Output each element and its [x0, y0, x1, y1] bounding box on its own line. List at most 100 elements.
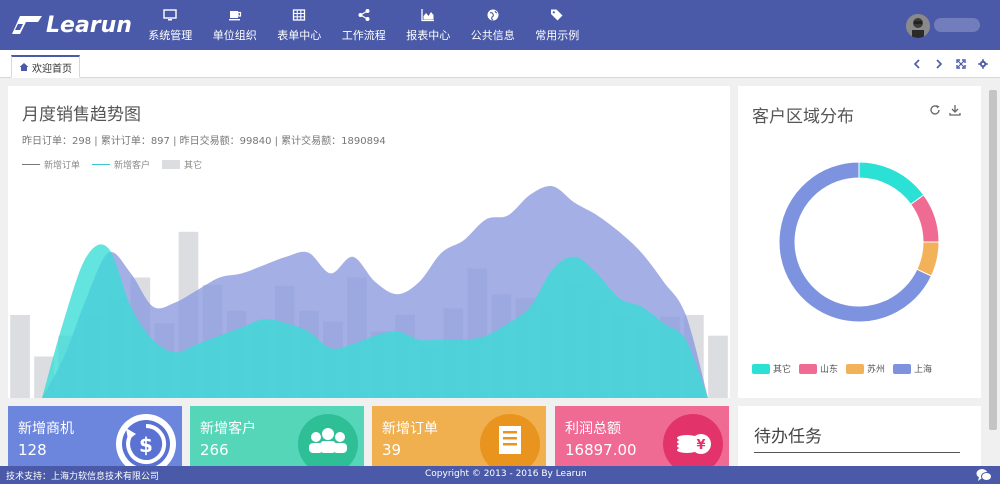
footer: 技术支持：上海力软信息技术有限公司 Copyright © 2013 - 201…	[0, 466, 1000, 484]
chart-toolbox	[925, 104, 965, 119]
region-donut-chart	[778, 161, 940, 323]
expand-icon	[956, 59, 966, 69]
nav-item-system[interactable]: 系统管理	[138, 0, 203, 50]
nav-item-examples[interactable]: 常用示例	[525, 0, 590, 50]
download-icon	[949, 105, 961, 116]
nav-label: 单位组织	[212, 28, 257, 42]
legend-swatch	[752, 363, 770, 374]
donut-slice	[858, 161, 925, 206]
chat-icon[interactable]	[976, 468, 992, 482]
nav-label: 系统管理	[148, 28, 193, 42]
area-chart-icon	[421, 8, 435, 21]
card-label: 新增订单	[382, 421, 438, 437]
refresh-icon	[930, 105, 940, 115]
donut-legend: 其它 山东 苏州 上海	[752, 362, 940, 375]
home-icon	[19, 63, 29, 71]
legend-item-suzhou[interactable]: 苏州	[846, 362, 885, 375]
legend-label: 新增客户	[114, 161, 151, 171]
bar-other	[708, 335, 728, 398]
avatar[interactable]	[906, 14, 930, 38]
refresh-button[interactable]	[925, 104, 945, 119]
page-tabs: 欢迎首页	[0, 50, 1000, 78]
legend-label: 其它	[773, 365, 792, 375]
donut-slice	[910, 194, 940, 243]
nav-item-forms[interactable]: 表单中心	[267, 0, 332, 50]
tab-next-button[interactable]	[928, 56, 950, 72]
nav-label: 表单中心	[277, 28, 322, 42]
nav-item-public-info[interactable]: 公共信息	[461, 0, 526, 50]
logo-mark-icon	[10, 14, 44, 36]
nav-item-workflow[interactable]: 工作流程	[332, 0, 397, 50]
coffee-icon	[228, 10, 241, 20]
legend-swatch	[22, 164, 40, 165]
sales-trend-chart	[10, 185, 728, 398]
customer-region-panel: 客户区域分布 其它 山东 苏州 上海	[738, 86, 981, 398]
legend-item-orders[interactable]: 新增订单	[22, 158, 80, 171]
nav-label: 工作流程	[341, 28, 386, 42]
sales-summary: 昨日订单：298 | 累计订单：897 | 昨日交易额：99840 | 累计交易…	[22, 136, 386, 147]
legend-item-other[interactable]: 其它	[752, 362, 791, 375]
legend-swatch	[162, 160, 181, 169]
download-button[interactable]	[945, 104, 965, 119]
settings-button[interactable]	[972, 56, 994, 72]
chart-legend: 新增订单 新增客户 其它	[22, 158, 214, 171]
card-label: 新增商机	[18, 421, 74, 437]
legend-swatch	[893, 363, 912, 374]
legend-label: 新增订单	[44, 161, 81, 171]
monitor-icon	[163, 8, 177, 20]
table-icon	[293, 8, 306, 21]
tab-welcome[interactable]: 欢迎首页	[11, 55, 80, 78]
legend-item-shanghai[interactable]: 上海	[893, 362, 932, 375]
card-value: 128	[18, 441, 47, 459]
username-redacted	[934, 18, 980, 32]
nav-label: 公共信息	[470, 28, 515, 42]
globe-icon	[487, 9, 499, 20]
chevron-right-icon	[936, 59, 943, 69]
legend-item-customers[interactable]: 新增客户	[92, 158, 150, 171]
document-icon	[480, 414, 540, 466]
card-value: 266	[200, 441, 229, 459]
svg-text:$: $	[139, 433, 153, 457]
coins-icon: ¥	[663, 414, 723, 466]
card-new-orders[interactable]: 新增订单 39	[372, 406, 546, 466]
tab-tools	[906, 56, 994, 72]
copyright-text: Copyright © 2013 - 2016 By Learun	[425, 469, 587, 479]
users-icon	[298, 414, 358, 466]
legend-item-other[interactable]: 其它	[162, 158, 202, 171]
tech-support-text: 技术支持：上海力软信息技术有限公司	[6, 472, 160, 482]
main-nav: 系统管理 单位组织 表单中心 工作流程 报表中心 公共信息 常用示例	[138, 0, 590, 50]
legend-label: 山东	[820, 365, 839, 375]
todo-panel: 待办任务	[738, 406, 981, 466]
card-value: 39	[382, 441, 402, 459]
panel-title: 客户区域分布	[752, 107, 854, 127]
page-scrollbar[interactable]	[986, 80, 1000, 466]
dollar-cycle-icon: $	[116, 414, 176, 466]
logo[interactable]: Learun	[10, 10, 132, 40]
card-new-customers[interactable]: 新增客户 266	[190, 406, 364, 466]
legend-label: 上海	[914, 365, 933, 375]
tab-prev-button[interactable]	[906, 56, 928, 72]
nav-item-organization[interactable]: 单位组织	[203, 0, 268, 50]
top-navbar: Learun 系统管理 单位组织 表单中心 工作流程 报表中心 公共信息 常用示…	[0, 0, 1000, 50]
nav-item-reports[interactable]: 报表中心	[396, 0, 461, 50]
fullscreen-button[interactable]	[950, 56, 972, 72]
share-icon	[358, 8, 370, 21]
svg-text:¥: ¥	[696, 438, 705, 453]
legend-item-shandong[interactable]: 山东	[799, 362, 838, 375]
user-menu[interactable]	[900, 0, 1000, 50]
legend-label: 其它	[184, 161, 203, 171]
panel-title: 待办任务	[754, 427, 822, 447]
legend-label: 苏州	[867, 365, 886, 375]
tags-icon	[551, 9, 563, 20]
tab-label: 欢迎首页	[32, 63, 72, 75]
scrollbar-thumb[interactable]	[989, 90, 997, 430]
bar-other	[10, 314, 30, 398]
legend-swatch	[846, 363, 865, 374]
card-new-opportunities[interactable]: 新增商机 128 $	[8, 406, 182, 466]
logo-text: Learun	[46, 12, 132, 38]
legend-swatch	[799, 363, 818, 374]
card-label: 新增客户	[200, 421, 256, 437]
card-total-profit[interactable]: 利润总额 16897.00 ¥	[555, 406, 729, 466]
panel-title: 月度销售趋势图	[22, 105, 141, 125]
sales-trend-panel: 月度销售趋势图 昨日订单：298 | 累计订单：897 | 昨日交易额：9984…	[8, 86, 730, 398]
